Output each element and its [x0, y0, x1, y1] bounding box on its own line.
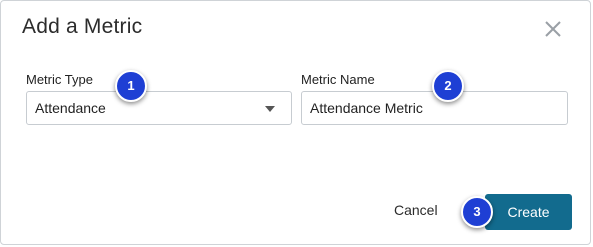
step-badge-3: 3 [461, 196, 493, 228]
metric-name-label: Metric Name [301, 72, 375, 87]
metric-name-input[interactable]: Attendance Metric [301, 91, 568, 125]
add-metric-dialog: Add a Metric Metric Type Attendance Metr… [0, 0, 591, 245]
create-button[interactable]: Create [485, 194, 572, 230]
metric-type-value: Attendance [35, 100, 106, 116]
step-badge-1: 1 [115, 70, 147, 102]
metric-type-select[interactable]: Attendance [26, 91, 292, 125]
cancel-button[interactable]: Cancel [394, 202, 438, 218]
step-badge-2: 2 [432, 70, 464, 102]
dialog-title: Add a Metric [22, 15, 143, 38]
chevron-down-icon [265, 106, 275, 112]
metric-name-value: Attendance Metric [310, 100, 423, 116]
close-icon[interactable] [542, 18, 564, 40]
metric-type-label: Metric Type [26, 72, 93, 87]
